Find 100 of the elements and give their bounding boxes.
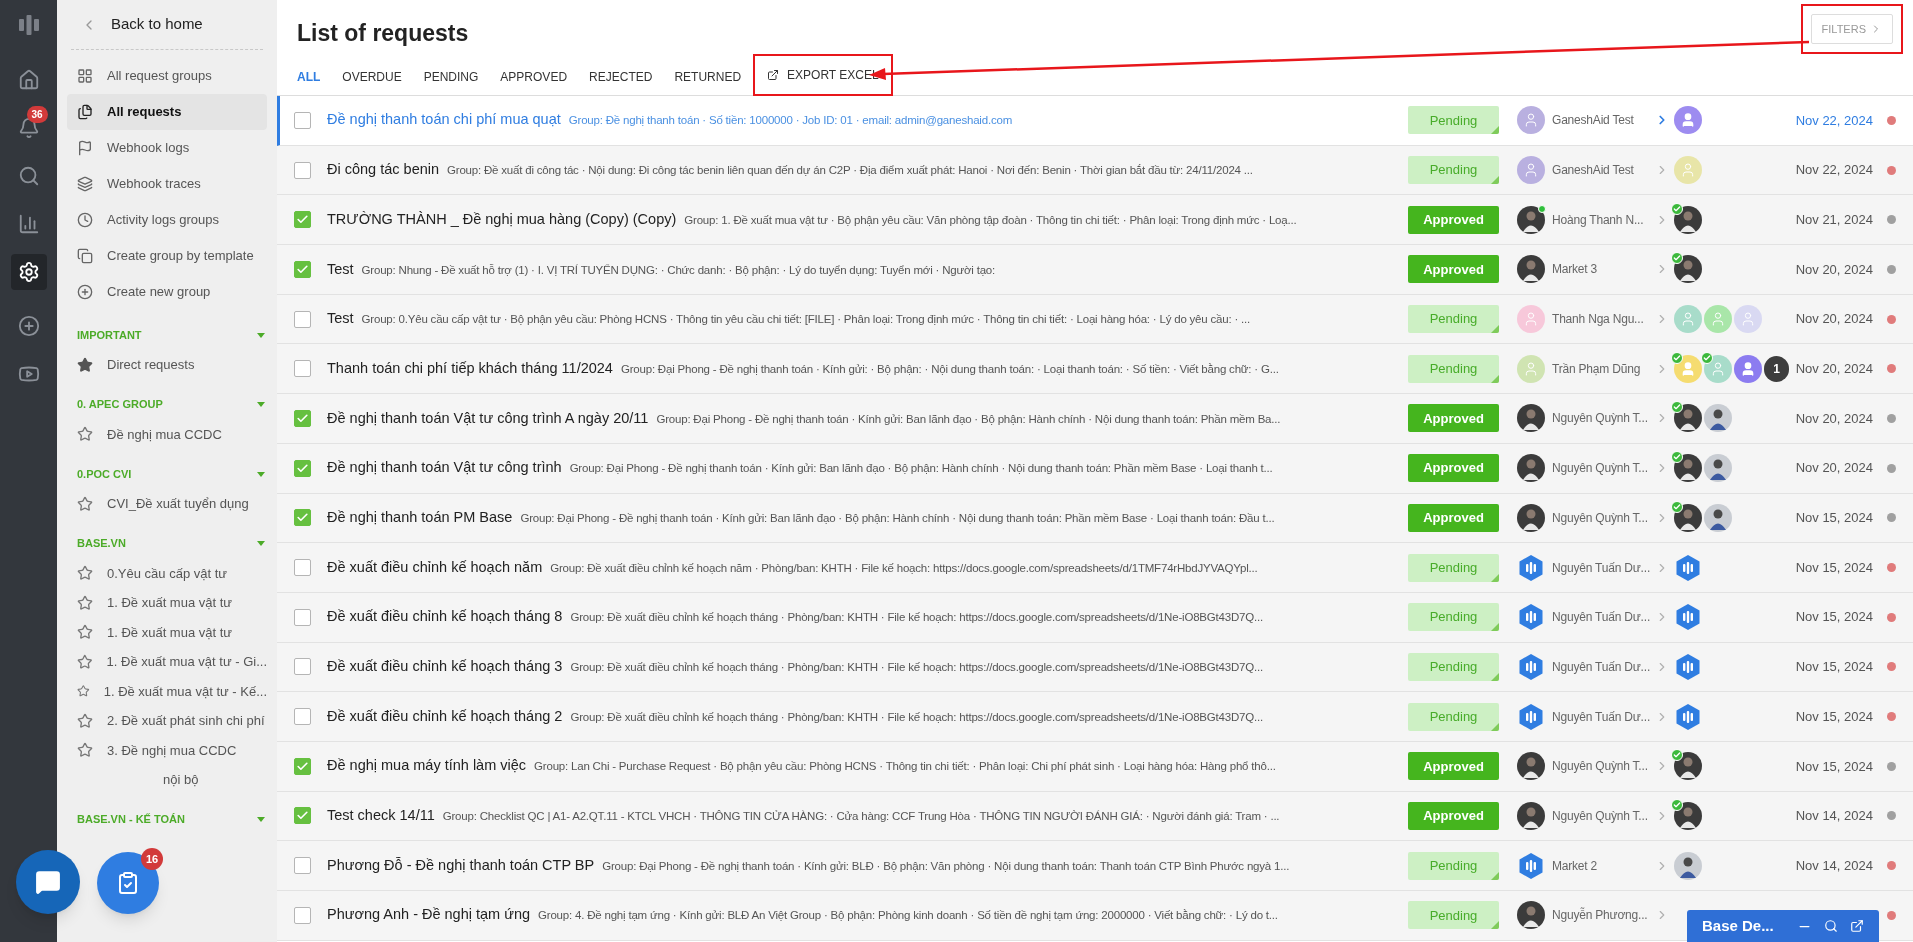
request-title[interactable]: Test check 14/11 — [327, 805, 435, 827]
request-title[interactable]: Đề xuất điều chỉnh kế hoạch tháng 3 — [327, 656, 563, 678]
filter-tab[interactable]: PENDING — [423, 68, 479, 96]
request-row[interactable] — [277, 741, 1913, 792]
sidebar-item[interactable]: nội bộ — [67, 765, 267, 795]
sidebar-item[interactable]: 2. Đề xuất phát sinh chi phí — [67, 706, 267, 736]
request-row[interactable] — [277, 344, 1913, 395]
request-row[interactable] — [277, 592, 1913, 643]
checkbox[interactable] — [294, 658, 311, 676]
export-excel-button[interactable]: EXPORT EXCEL — [767, 66, 879, 84]
request-row[interactable] — [277, 195, 1913, 246]
checkbox[interactable] — [294, 757, 311, 775]
request-row[interactable] — [277, 791, 1913, 842]
request-title[interactable]: Đề nghị mua máy tính làm việc — [327, 755, 527, 778]
star-icon[interactable] — [77, 712, 93, 729]
checkbox[interactable] — [294, 608, 311, 626]
request-row[interactable]: Test Group: Nhung - Đề xuất hỗ trợ (1) · I. VỊ TRÍ TUYỂN DỤNG: · Chức danh: · Bộ phận: · Lý do tuyển dụng: Tuyển mới · Người tạo: Approved Market 3 Nov 20, 2024 — [277, 245, 1913, 295]
sidebar-item[interactable]: All requests — [67, 94, 267, 130]
checkbox[interactable] — [294, 459, 311, 477]
request-title[interactable]: Đề nghị thanh toán Vật tư công trình A ngày 20/11 — [327, 407, 649, 430]
back-link[interactable]: Back to home — [111, 13, 203, 36]
request-row[interactable] — [277, 493, 1913, 544]
sidebar-item[interactable]: 1. Đề xuất mua vật tư - Kế... — [67, 676, 267, 706]
caret-icon[interactable] — [257, 471, 265, 477]
request-title[interactable]: Phương Anh - Đề nghị tạm ứng — [327, 904, 531, 927]
caret-icon[interactable] — [257, 402, 265, 407]
sidebar-item[interactable]: All request groups — [67, 58, 267, 94]
sidebar-item[interactable]: 1. Đề xuất mua vật tư - Gi... — [67, 647, 267, 677]
filter-tab[interactable]: REJECTED — [589, 68, 653, 96]
request-title[interactable]: Thanh toán chi phí tiếp khách tháng 11/2024 — [327, 357, 613, 380]
sidebar-item[interactable]: Create new group — [67, 274, 267, 310]
sidebar-item[interactable]: Webhook logs — [67, 130, 267, 166]
checkbox[interactable] — [294, 310, 311, 328]
checkbox[interactable] — [294, 559, 311, 577]
rail-button[interactable] — [10, 254, 47, 290]
caret-icon[interactable] — [257, 817, 265, 822]
sidebar-item[interactable]: Create group by template — [67, 238, 267, 274]
checkbox[interactable] — [294, 509, 311, 527]
request-row[interactable] — [277, 891, 1913, 941]
request-row[interactable] — [277, 841, 1913, 891]
request-row[interactable] — [277, 145, 1913, 196]
request-title[interactable]: Đề xuất điều chỉnh kế hoạch tháng 2 — [327, 705, 563, 728]
star-icon[interactable] — [77, 426, 93, 443]
sidebar-item[interactable]: Đề nghị mua CCDC — [67, 419, 267, 449]
request-row[interactable]: Đề nghị thanh toán chi phí mua quạt Group: Đề nghị thanh toán · Số tiền: 1000000 · Job ID: 01 · email: admin@ganeshaid.com Pending GaneshAid Test Nov 22, 2024 — [277, 96, 1913, 146]
checkbox[interactable] — [294, 906, 311, 924]
checkbox[interactable] — [294, 111, 311, 129]
sidebar-item[interactable]: CVI_Đề xuất tuyển dụng — [67, 489, 267, 519]
checkbox[interactable] — [294, 857, 311, 875]
checkbox[interactable] — [294, 409, 311, 427]
status-badge: Pending — [1408, 156, 1499, 185]
request-row[interactable] — [277, 294, 1913, 345]
request-title[interactable]: Phương Đỗ - Đề nghị thanh toán CTP BP — [327, 854, 595, 877]
request-title[interactable]: TRƯỜNG THÀNH _ Đề nghị mua hàng (Copy) (Copy) — [327, 208, 677, 231]
filter-tab[interactable]: APPROVED — [500, 68, 568, 96]
request-row[interactable] — [277, 642, 1913, 693]
checkbox[interactable] — [294, 708, 311, 726]
sidebar-item[interactable]: 3. Đề nghị mua CCDC — [67, 735, 267, 765]
checkbox[interactable] — [294, 161, 311, 179]
sidebar-item[interactable]: Webhook traces — [67, 166, 267, 202]
external-link-icon[interactable] — [1850, 919, 1864, 933]
sidebar-item[interactable]: 1. Đề xuất mua vật tư — [67, 617, 267, 647]
clock-icon — [77, 212, 93, 228]
request-title[interactable]: Đề xuất điều chỉnh kế hoạch tháng 8 — [327, 606, 563, 629]
checkbox[interactable] — [294, 260, 311, 278]
caret-icon[interactable] — [257, 541, 265, 546]
request-title[interactable]: Test — [327, 258, 354, 281]
sidebar-item[interactable]: 1. Đề xuất mua vật tư — [67, 588, 267, 618]
star-icon[interactable] — [77, 594, 93, 611]
star-icon[interactable] — [77, 356, 93, 373]
chat-widget-bar[interactable]: Base De... — [1687, 910, 1879, 942]
request-title[interactable]: Đề nghị thanh toán PM Base — [327, 506, 513, 529]
checkbox[interactable] — [294, 360, 311, 378]
request-row[interactable] — [277, 543, 1913, 593]
request-summary: Group: Đại Phong - Đề nghị thanh toán · Kính gửi: BLĐ · Bộ phận: Văn phòng · Nội dung thanh toán: Thanh toán CTP Bình Phước ngyà 1... — [602, 858, 1290, 874]
request-title[interactable]: Test — [327, 308, 354, 330]
sidebar-item[interactable]: Activity logs groups — [67, 202, 267, 238]
request-row[interactable] — [277, 692, 1913, 742]
request-date: Nov 22, 2024 — [1795, 111, 1873, 130]
star-icon[interactable] — [77, 653, 93, 670]
checkbox[interactable] — [294, 211, 311, 229]
filter-tab[interactable]: RETURNED — [674, 68, 742, 96]
filter-tab[interactable]: ALL — [297, 68, 321, 96]
search-icon[interactable] — [1824, 919, 1838, 933]
request-title[interactable]: Đi công tác benin — [327, 159, 440, 181]
sidebar-item[interactable]: Direct requests — [67, 350, 267, 380]
star-icon[interactable] — [77, 742, 93, 759]
request-title[interactable]: Đề nghị thanh toán chi phí mua quạt — [327, 109, 561, 132]
star-icon[interactable] — [77, 495, 93, 512]
checkbox[interactable] — [294, 807, 311, 825]
request-row[interactable] — [277, 394, 1913, 444]
sidebar-item[interactable]: 0.Yêu cầu cấp vật tư — [67, 558, 267, 588]
request-row[interactable] — [277, 443, 1913, 494]
request-title[interactable]: Đề xuất điều chỉnh kế hoạch năm — [327, 556, 543, 579]
logo-icon[interactable] — [17, 14, 40, 36]
filter-tab[interactable]: OVERDUE — [342, 68, 402, 96]
star-icon[interactable] — [77, 624, 93, 641]
caret-icon[interactable] — [257, 332, 265, 338]
star-icon[interactable] — [77, 565, 93, 582]
request-title[interactable]: Đề nghị thanh toán Vật tư công trình — [327, 457, 562, 480]
